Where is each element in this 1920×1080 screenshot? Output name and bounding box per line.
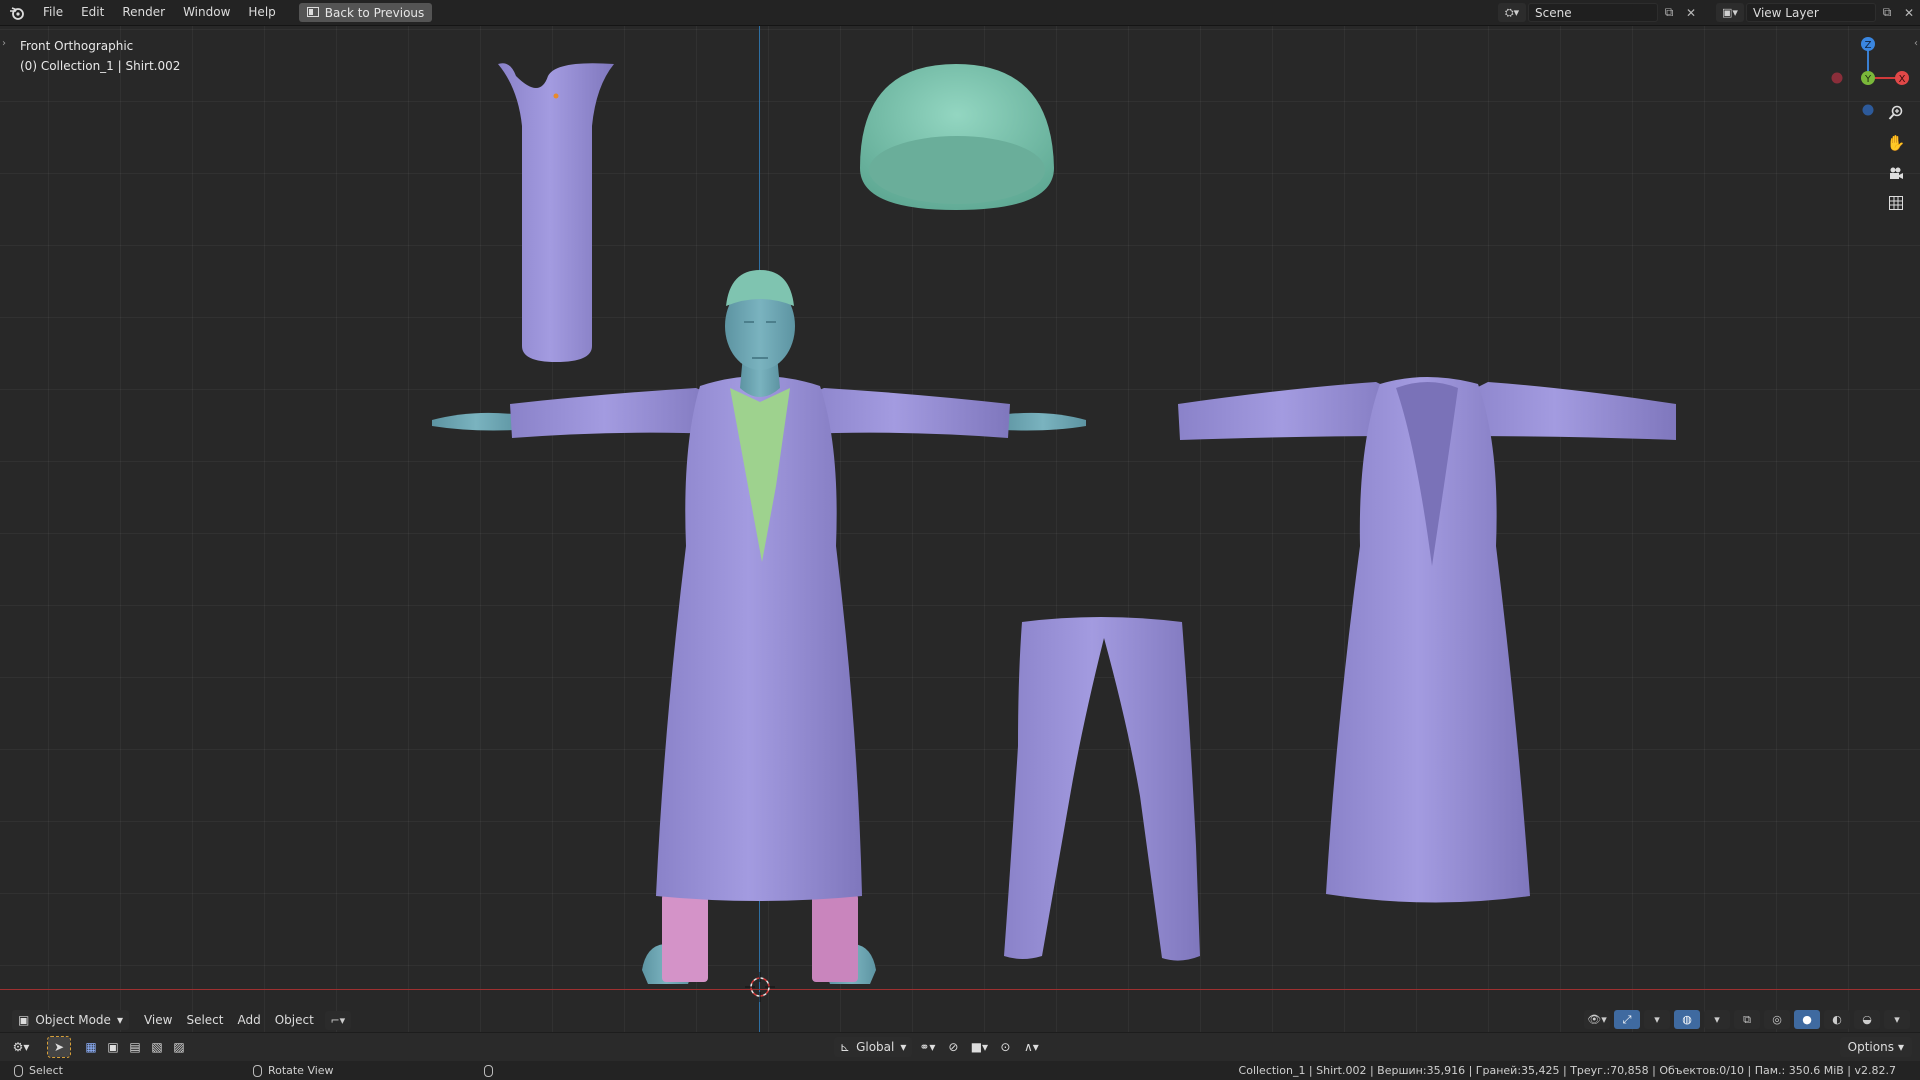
select-subtract-icon[interactable]: ▤ <box>124 1037 146 1057</box>
options-label: Options <box>1847 1040 1894 1054</box>
chevron-down-icon: ▾ <box>900 1040 907 1054</box>
mode-selector[interactable]: ▣ Object Mode ▾ <box>12 1010 129 1030</box>
select-new-icon[interactable]: ▦ <box>80 1037 102 1057</box>
menu-add[interactable]: Add <box>230 1008 267 1032</box>
gizmo-dropdown-icon[interactable]: ▾ <box>1644 1010 1670 1029</box>
chevron-down-icon: ▾ <box>1897 1040 1904 1054</box>
falloff-icon[interactable]: ∧▾ <box>1020 1037 1042 1057</box>
3d-cursor[interactable] <box>745 972 775 1002</box>
mouse-left-icon <box>14 1064 23 1077</box>
menu-render[interactable]: Render <box>113 0 174 25</box>
menu-help[interactable]: Help <box>239 0 284 25</box>
select-extend-icon[interactable]: ▣ <box>102 1037 124 1057</box>
workspace-selectors: ⛭▾ Scene ⧉ ✕ ▣▾ View Layer ⧉ ✕ <box>1498 0 1920 25</box>
hand-icon[interactable]: ✋ <box>1882 130 1910 156</box>
hat-object[interactable] <box>860 64 1054 210</box>
undershirt-object[interactable] <box>498 63 614 362</box>
character-object[interactable] <box>432 270 1086 984</box>
xray-toggle-icon[interactable]: ⧉ <box>1734 1010 1760 1029</box>
options-button[interactable]: Options ▾ <box>1839 1037 1912 1057</box>
transform-tools: ⊾ Global ▾ ⚭▾ ⊘ ■▾ ⊙ ∧▾ <box>834 1037 1042 1057</box>
back-to-previous-label: Back to Previous <box>324 5 425 20</box>
object-mode-icon: ▣ <box>18 1013 30 1027</box>
snap-target-icon[interactable]: ■▾ <box>968 1037 990 1057</box>
scene-objects[interactable] <box>0 26 1920 1032</box>
status-bar: Select Rotate View Collection_1 | Shirt.… <box>0 1061 1920 1080</box>
proportional-edit-icon[interactable]: ⊙ <box>994 1037 1016 1057</box>
overlays-toggle-icon[interactable]: ◍ <box>1674 1010 1700 1029</box>
viewport-info: Front Orthographic (0) Collection_1 | Sh… <box>20 36 180 76</box>
view-layer-remove-button[interactable]: ✕ <box>1898 3 1920 22</box>
view-layer-new-button[interactable]: ⧉ <box>1876 3 1898 22</box>
coat-object[interactable] <box>1178 377 1676 903</box>
gizmo-x-label: X <box>1899 74 1906 85</box>
zoom-icon[interactable] <box>1882 100 1910 126</box>
overlays-dropdown-icon[interactable]: ▾ <box>1704 1010 1730 1029</box>
snap-toggle-icon[interactable]: ⊘ <box>942 1037 964 1057</box>
3d-viewport[interactable]: › ‹ Front Orthographic (0) Collection_1 … <box>0 26 1920 1032</box>
select-tool-icon[interactable]: ➤ <box>47 1036 71 1058</box>
grid-icon[interactable] <box>1882 190 1910 216</box>
status-right-click <box>483 1064 493 1077</box>
active-object-label: (0) Collection_1 | Shirt.002 <box>20 59 181 73</box>
material-shading-icon[interactable]: ◐ <box>1824 1010 1850 1029</box>
tool-settings-bar: ⚙▾ ➤ ▦ ▣ ▤ ▧ ▨ ⊾ Global ▾ ⚭▾ ⊘ ■▾ ⊙ ∧▾ O… <box>0 1033 1920 1061</box>
pants-object[interactable] <box>1004 617 1200 961</box>
visibility-icon[interactable]: 👁▾ <box>1584 1010 1610 1029</box>
menu-object[interactable]: Object <box>268 1008 321 1032</box>
wireframe-shading-icon[interactable]: ◎ <box>1764 1010 1790 1029</box>
viewport-display-controls: 👁▾ ⤢ ▾ ◍ ▾ ⧉ ◎ ● ◐ ◒ ▾ <box>1584 1010 1910 1029</box>
status-left-click: Select <box>14 1064 63 1077</box>
scene-remove-button[interactable]: ✕ <box>1680 3 1702 22</box>
menu-window[interactable]: Window <box>174 0 239 25</box>
mode-label: Object Mode <box>35 1013 111 1027</box>
menu-view[interactable]: View <box>137 1008 179 1032</box>
gizmo-z-label: Z <box>1865 40 1872 51</box>
transform-orientation[interactable]: ⊾ Global ▾ <box>834 1037 913 1057</box>
orientation-label: Global <box>856 1040 895 1054</box>
pivot-point-icon[interactable]: ⚭▾ <box>916 1037 938 1057</box>
view-layer-icon[interactable]: ▣▾ <box>1716 3 1744 22</box>
gizmo-y-label: Y <box>1864 74 1872 85</box>
scene-new-button[interactable]: ⧉ <box>1658 3 1680 22</box>
mouse-middle-icon <box>252 1064 262 1077</box>
status-rotate-label: Rotate View <box>267 1064 334 1077</box>
scene-field[interactable]: Scene <box>1528 3 1658 22</box>
mouse-right-icon <box>483 1064 493 1077</box>
select-intersect-icon[interactable]: ▨ <box>168 1037 190 1057</box>
back-icon <box>306 6 319 20</box>
camera-icon[interactable] <box>1882 160 1910 186</box>
viewport-header: ▣ Object Mode ▾ View Select Add Object ⌐… <box>0 1008 1920 1032</box>
back-to-previous-button[interactable]: Back to Previous <box>298 3 433 22</box>
tool-options-icon[interactable]: ⚙▾ <box>10 1037 32 1057</box>
menu-file[interactable]: File <box>34 0 72 25</box>
menu-select[interactable]: Select <box>179 1008 230 1032</box>
rendered-shading-icon[interactable]: ◒ <box>1854 1010 1880 1029</box>
shading-dropdown-icon[interactable]: ▾ <box>1884 1010 1910 1029</box>
status-select-label: Select <box>29 1064 63 1077</box>
transform-affect-dropdown[interactable]: ⌐▾ <box>324 1010 351 1030</box>
select-invert-icon[interactable]: ▧ <box>146 1037 168 1057</box>
view-layer-field[interactable]: View Layer <box>1746 3 1876 22</box>
gizmo-toggle-icon[interactable]: ⤢ <box>1614 1010 1640 1029</box>
scene-icon[interactable]: ⛭▾ <box>1498 3 1526 22</box>
chevron-down-icon: ▾ <box>116 1013 123 1027</box>
solid-shading-icon[interactable]: ● <box>1794 1010 1820 1029</box>
menu-edit[interactable]: Edit <box>72 0 113 25</box>
scene-statistics: Collection_1 | Shirt.002 | Вершин:35,916… <box>1238 1064 1896 1077</box>
toolbar-expand-arrow[interactable]: › <box>2 38 6 49</box>
top-bar: File Edit Render Window Help Back to Pre… <box>0 0 1920 26</box>
orientation-icon: ⊾ <box>840 1040 851 1054</box>
view-name: Front Orthographic <box>20 39 134 53</box>
blender-logo-icon[interactable] <box>0 0 34 25</box>
status-middle-click: Rotate View <box>252 1064 334 1077</box>
